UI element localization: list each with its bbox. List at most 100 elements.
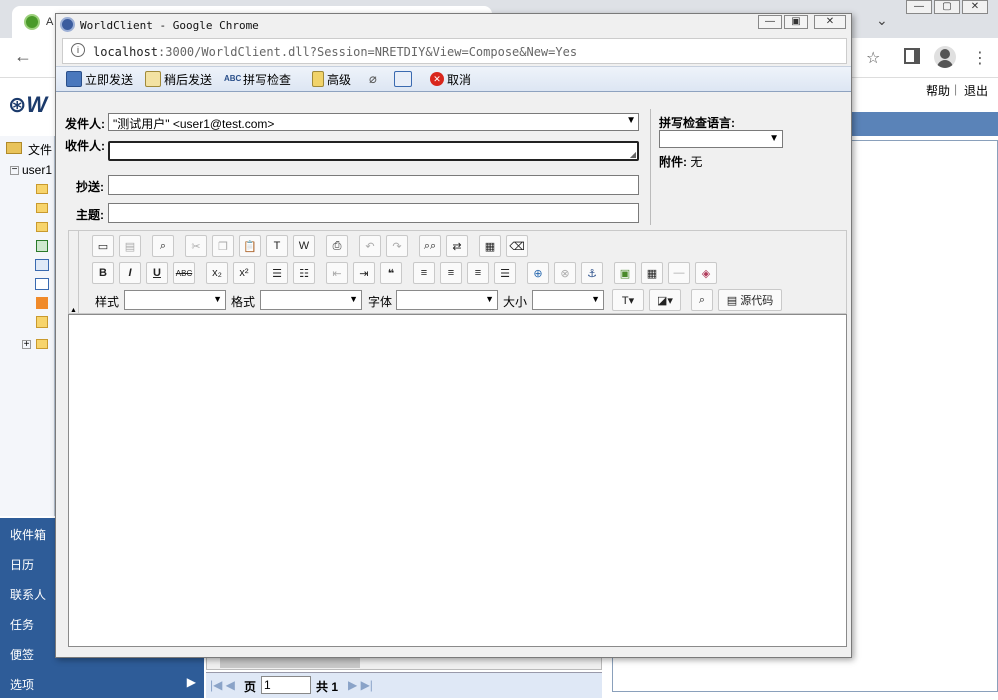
popup-maximize-button[interactable]: ▣ bbox=[784, 15, 808, 29]
paste-text-icon[interactable]: T bbox=[266, 235, 288, 257]
source-button[interactable]: ▤ 源代码 bbox=[718, 289, 782, 311]
subscript-icon[interactable]: x₂ bbox=[206, 262, 228, 284]
maximize-editor-icon[interactable]: ⌕ bbox=[691, 289, 713, 311]
bookmark-star-icon[interactable]: ☆ bbox=[866, 48, 880, 68]
attach-paperclip-icon[interactable]: ⌀ bbox=[369, 67, 377, 91]
popup-close-button[interactable]: ✕ bbox=[814, 15, 846, 29]
first-page-icon[interactable]: |◀ ◀ bbox=[210, 678, 235, 692]
profile-avatar-icon[interactable] bbox=[934, 46, 956, 68]
new-page-icon[interactable]: ▭ bbox=[92, 235, 114, 257]
address-book-button[interactable] bbox=[394, 67, 415, 91]
find-icon[interactable]: ⌕⌕ bbox=[419, 235, 441, 257]
sent-folder-icon[interactable] bbox=[36, 222, 48, 232]
send-later-button[interactable]: 稍后发送 bbox=[145, 67, 212, 91]
paste-word-icon[interactable]: W bbox=[293, 235, 315, 257]
cut-icon[interactable]: ✂ bbox=[185, 235, 207, 257]
select-all-icon[interactable]: ▦ bbox=[479, 235, 501, 257]
copy-icon[interactable]: ❐ bbox=[212, 235, 234, 257]
image-icon[interactable]: ▣ bbox=[614, 262, 636, 284]
expand-icon[interactable]: + bbox=[22, 340, 31, 350]
underline-icon[interactable]: U bbox=[146, 262, 168, 284]
horizontal-rule-icon[interactable]: ― bbox=[668, 262, 690, 284]
scrollbar-thumb[interactable] bbox=[220, 658, 360, 668]
browser-menu-icon[interactable]: ⋮ bbox=[972, 48, 988, 68]
replace-icon[interactable]: ⇄ bbox=[446, 235, 468, 257]
site-info-icon[interactable]: i bbox=[71, 43, 85, 57]
drafts-folder-icon[interactable] bbox=[36, 203, 48, 213]
spell-check-button[interactable]: ABC 拼写检查 bbox=[224, 67, 291, 91]
paste-icon[interactable]: 📋 bbox=[239, 235, 261, 257]
spell-language-label: 拼写检查语言: bbox=[659, 116, 735, 130]
folder-icon[interactable] bbox=[36, 339, 48, 349]
nav-options[interactable]: 选项 ▶ bbox=[0, 668, 204, 698]
bg-minimize-button[interactable]: — bbox=[906, 0, 932, 14]
collapse-icon[interactable]: − bbox=[10, 165, 19, 175]
folders-icon bbox=[6, 142, 22, 154]
resize-grip-icon[interactable]: ◢ bbox=[630, 150, 636, 159]
popup-address-bar[interactable]: i localhost:3000/WorldClient.dll?Session… bbox=[62, 38, 847, 64]
bulleted-list-icon[interactable]: ☷ bbox=[293, 262, 315, 284]
font-dropdown[interactable]: ▼ bbox=[396, 290, 498, 310]
page-number-input[interactable] bbox=[261, 676, 311, 694]
advanced-button[interactable]: 高级 bbox=[312, 67, 351, 91]
to-field[interactable]: ◢ bbox=[108, 141, 639, 161]
unlink-icon[interactable]: ⊗ bbox=[554, 262, 576, 284]
justify-icon[interactable]: ☰ bbox=[494, 262, 516, 284]
tab-search-chevron-icon[interactable]: ⌄ bbox=[876, 12, 888, 29]
undo-icon[interactable]: ↶ bbox=[359, 235, 381, 257]
strikethrough-icon[interactable]: ABC bbox=[173, 262, 195, 284]
user-node[interactable]: user1 bbox=[22, 163, 52, 177]
toolbar-collapse-handle[interactable]: ▲ bbox=[69, 231, 79, 315]
side-panel-icon[interactable] bbox=[904, 48, 920, 64]
remove-format-icon[interactable]: ⌫ bbox=[506, 235, 528, 257]
superscript-icon[interactable]: x² bbox=[233, 262, 255, 284]
cancel-button[interactable]: ✕ 取消 bbox=[430, 67, 471, 91]
text-color-icon[interactable]: T▾ bbox=[612, 289, 644, 311]
notes-folder-icon[interactable] bbox=[36, 316, 48, 328]
help-link[interactable]: 帮助 bbox=[926, 82, 950, 99]
trash-folder-icon[interactable] bbox=[36, 240, 48, 252]
from-select[interactable]: "测试用户" <user1@test.com> ▼ bbox=[108, 113, 639, 131]
back-arrow-icon[interactable]: ← bbox=[14, 46, 32, 67]
numbered-list-icon[interactable]: ☰ bbox=[266, 262, 288, 284]
calendar-folder-icon[interactable] bbox=[35, 259, 49, 271]
anchor-icon[interactable]: ⚓ bbox=[581, 262, 603, 284]
cc-field[interactable] bbox=[108, 175, 639, 195]
subject-field[interactable] bbox=[108, 203, 639, 223]
outdent-icon[interactable]: ⇤ bbox=[326, 262, 348, 284]
templates-icon[interactable]: ▤ bbox=[119, 235, 141, 257]
align-left-icon[interactable]: ≡ bbox=[413, 262, 435, 284]
inbox-folder-icon[interactable] bbox=[36, 184, 48, 194]
folders-label[interactable]: 文件 bbox=[28, 141, 52, 158]
bold-icon[interactable]: B bbox=[92, 262, 114, 284]
align-right-icon[interactable]: ≡ bbox=[467, 262, 489, 284]
italic-icon[interactable]: I bbox=[119, 262, 141, 284]
link-icon[interactable]: ⊕ bbox=[527, 262, 549, 284]
special-char-icon[interactable]: ◈ bbox=[695, 262, 717, 284]
size-dropdown[interactable]: ▼ bbox=[532, 290, 604, 310]
background-color-icon[interactable]: ◪▾ bbox=[649, 289, 681, 311]
popup-url[interactable]: localhost:3000/WorldClient.dll?Session=N… bbox=[93, 45, 577, 59]
blockquote-icon[interactable]: ❝ bbox=[380, 262, 402, 284]
table-icon[interactable]: ▦ bbox=[641, 262, 663, 284]
format-dropdown[interactable]: ▼ bbox=[260, 290, 362, 310]
preview-icon[interactable]: ⌕ bbox=[152, 235, 174, 257]
style-dropdown[interactable]: ▼ bbox=[124, 290, 226, 310]
bg-close-button[interactable]: ✕ bbox=[962, 0, 988, 14]
last-page-icon[interactable]: ▶ ▶| bbox=[348, 678, 373, 692]
worldclient-app-icon bbox=[60, 17, 75, 32]
editor-content-area[interactable] bbox=[68, 314, 847, 647]
print-icon[interactable]: ⎙ bbox=[326, 235, 348, 257]
popup-minimize-button[interactable]: — bbox=[758, 15, 782, 29]
contacts-folder-icon[interactable] bbox=[35, 278, 49, 290]
align-center-icon[interactable]: ≡ bbox=[440, 262, 462, 284]
redo-icon[interactable]: ↷ bbox=[386, 235, 408, 257]
send-later-label: 稍后发送 bbox=[164, 72, 213, 87]
tasks-folder-icon[interactable] bbox=[36, 297, 48, 309]
bg-maximize-button[interactable]: ▢ bbox=[934, 0, 960, 14]
spell-language-select[interactable]: ▼ bbox=[659, 130, 783, 148]
logout-link[interactable]: 退出 bbox=[964, 82, 988, 99]
indent-icon[interactable]: ⇥ bbox=[353, 262, 375, 284]
send-now-button[interactable]: 立即发送 bbox=[66, 67, 133, 91]
style-label: 样式 bbox=[95, 295, 120, 309]
